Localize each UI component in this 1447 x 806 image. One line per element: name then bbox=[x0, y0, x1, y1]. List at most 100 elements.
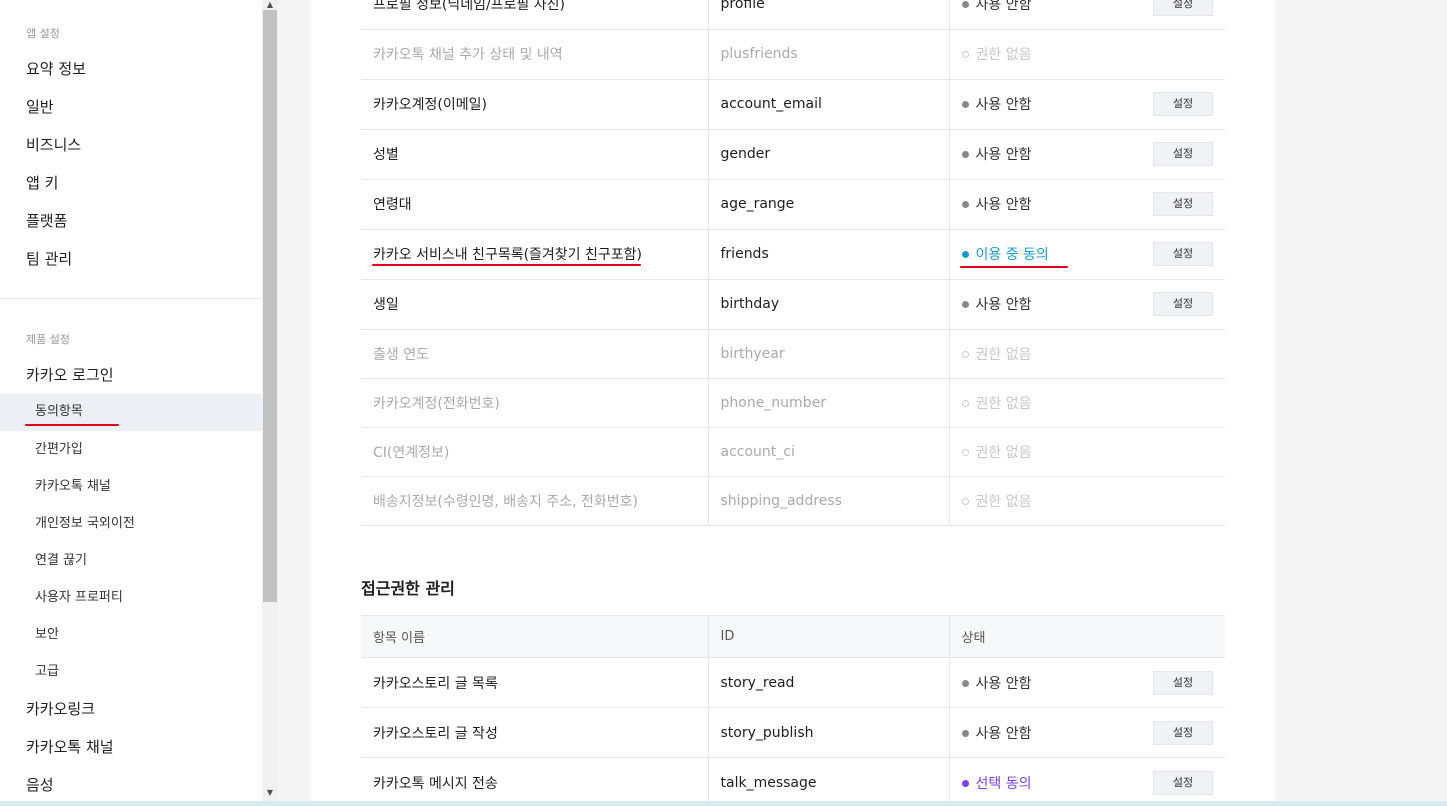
item-id: account_email bbox=[707, 79, 949, 130]
product-settings-label: 제품 설정 bbox=[26, 333, 70, 346]
sidebar-item-simple-signup[interactable]: 간편가입 bbox=[35, 440, 83, 460]
item-id: gender bbox=[707, 129, 949, 180]
status-text: 사용 안함 bbox=[975, 147, 1032, 163]
sidebar-item-summary[interactable]: 요약 정보 bbox=[26, 58, 86, 80]
settings-button[interactable]: 설정 bbox=[1153, 92, 1213, 116]
settings-button[interactable]: 설정 bbox=[1153, 770, 1213, 795]
sidebar-item-talk-channel[interactable]: 카카오톡 채널 bbox=[35, 477, 111, 497]
status-cell: 권한 없음 bbox=[948, 329, 1225, 379]
scroll-thumb[interactable] bbox=[263, 10, 277, 602]
table-row: 카카오계정(전화번호) phone_number 권한 없음 bbox=[361, 378, 1225, 428]
status-cell: 이용 중 동의 설정 bbox=[948, 229, 1225, 280]
status-badge: 사용 안함 bbox=[961, 144, 1032, 164]
table-row: 카카오스토리 글 작성 story_publish 사용 안함 설정 bbox=[361, 707, 1225, 758]
sidebar-item-kakaolink[interactable]: 카카오링크 bbox=[26, 698, 95, 720]
status-badge: 선택 동의 bbox=[961, 773, 1031, 793]
sidebar-item-platform[interactable]: 플랫폼 bbox=[26, 210, 67, 232]
settings-button[interactable]: 설정 bbox=[1153, 720, 1213, 745]
sidebar-item-app-keys[interactable]: 앱 키 bbox=[26, 172, 58, 194]
sidebar-item-general[interactable]: 일반 bbox=[26, 96, 54, 118]
status-badge: 사용 안함 bbox=[961, 673, 1031, 693]
sidebar-item-security[interactable]: 보안 bbox=[35, 625, 59, 645]
annotation-underline bbox=[25, 424, 119, 426]
table-row: 카카오톡 메시지 전송 talk_message 선택 동의 설정 bbox=[361, 757, 1225, 806]
status-dot-icon bbox=[961, 51, 969, 58]
sidebar-item-unlink[interactable]: 연결 끊기 bbox=[35, 551, 87, 571]
item-name: 카카오톡 채널 추가 상태 및 내역 bbox=[361, 29, 708, 80]
item-name: 배송지정보(수령인명, 배송지 주소, 전화번호) bbox=[361, 476, 708, 526]
sidebar-item-kakao-login[interactable]: 카카오 로그인 bbox=[26, 364, 114, 386]
item-id: phone_number bbox=[707, 378, 949, 428]
status-badge: 사용 안함 bbox=[961, 194, 1031, 214]
status-badge: 사용 안함 bbox=[961, 723, 1032, 743]
status-text: 사용 안함 bbox=[975, 725, 1032, 742]
item-name: 출생 연도 bbox=[361, 329, 708, 379]
item-id: shipping_address bbox=[707, 476, 949, 526]
item-name: 프로필 정보(닉네임/프로필 사진) bbox=[361, 0, 708, 30]
scroll-up-arrow-icon[interactable]: ▲ bbox=[262, 0, 278, 10]
table-row: 배송지정보(수령인명, 배송지 주소, 전화번호) shipping_addres… bbox=[361, 476, 1225, 526]
annotation-underline-status bbox=[960, 266, 1068, 268]
item-id: plusfriends bbox=[707, 29, 949, 80]
sidebar-item-consent[interactable]: 동의항목 bbox=[35, 402, 83, 422]
status-text: 권한 없음 bbox=[975, 395, 1032, 412]
item-name: 카카오 서비스내 친구목록(즐겨찾기 친구포함) bbox=[361, 229, 708, 280]
status-cell: 사용 안함 설정 bbox=[948, 79, 1225, 130]
sidebar-divider bbox=[0, 298, 262, 299]
status-text: 이용 중 동의 bbox=[975, 247, 1049, 263]
status-cell: 사용 안함 설정 bbox=[948, 707, 1225, 758]
status-cell: 사용 안함 설정 bbox=[948, 0, 1225, 30]
status-cell: 사용 안함 설정 bbox=[948, 657, 1225, 708]
status-badge: 사용 안함 bbox=[961, 294, 1032, 314]
status-badge: 권한 없음 bbox=[961, 393, 1032, 413]
status-text: 권한 없음 bbox=[975, 47, 1032, 63]
sidebar-item-team[interactable]: 팀 관리 bbox=[26, 248, 72, 270]
status-cell: 권한 없음 bbox=[948, 378, 1225, 428]
item-id: story_publish bbox=[707, 707, 949, 758]
scroll-down-arrow-icon[interactable]: ▼ bbox=[262, 786, 278, 800]
header-status: 상태 bbox=[948, 615, 1225, 658]
settings-button[interactable]: 설정 bbox=[1153, 0, 1213, 16]
status-dot-icon bbox=[961, 0, 969, 8]
item-name: 카카오스토리 글 목록 bbox=[361, 657, 708, 708]
item-name: 카카오스토리 글 작성 bbox=[361, 707, 708, 758]
status-text: 권한 없음 bbox=[975, 346, 1032, 363]
status-cell: 권한 없음 bbox=[948, 476, 1225, 526]
status-dot-icon bbox=[961, 151, 969, 158]
status-cell: 권한 없음 bbox=[948, 29, 1225, 80]
status-text: 사용 안함 bbox=[975, 297, 1032, 313]
sidebar-item-kakaotalk-channel[interactable]: 카카오톡 채널 bbox=[26, 736, 114, 758]
status-dot-icon bbox=[961, 497, 969, 505]
sidebar-item-overseas-transfer[interactable]: 개인정보 국외이전 bbox=[35, 514, 135, 534]
sidebar: 앱 설정 요약 정보 일반 비즈니스 앱 키 플랫폼 팀 관리 제품 설정 카카… bbox=[0, 0, 262, 806]
status-cell: 사용 안함 설정 bbox=[948, 279, 1225, 330]
status-text: 사용 안함 bbox=[975, 0, 1032, 13]
status-dot-icon bbox=[961, 399, 969, 407]
table-row: 카카오계정(이메일) account_email 사용 안함 설정 bbox=[361, 79, 1225, 130]
sidebar-item-advanced[interactable]: 고급 bbox=[35, 662, 59, 682]
settings-button[interactable]: 설정 bbox=[1153, 670, 1213, 695]
annotation-underline-friends bbox=[372, 264, 641, 266]
sidebar-scrollbar[interactable]: ▲ ▼ bbox=[262, 0, 278, 806]
item-name: 연령대 bbox=[361, 179, 708, 230]
settings-button[interactable]: 설정 bbox=[1153, 292, 1213, 316]
status-cell: 사용 안함 설정 bbox=[948, 179, 1225, 230]
sidebar-item-user-property[interactable]: 사용자 프로퍼티 bbox=[35, 588, 123, 608]
status-badge: 권한 없음 bbox=[961, 491, 1031, 511]
status-badge: 권한 없음 bbox=[961, 344, 1032, 364]
settings-button[interactable]: 설정 bbox=[1153, 142, 1213, 166]
item-id: story_read bbox=[707, 657, 949, 708]
table-row: 출생 연도 birthyear 권한 없음 bbox=[361, 329, 1225, 379]
app-settings-label: 앱 설정 bbox=[26, 27, 60, 40]
settings-button[interactable]: 설정 bbox=[1153, 242, 1213, 266]
table-row: 연령대 age_range 사용 안함 설정 bbox=[361, 179, 1225, 230]
status-badge: 권한 없음 bbox=[961, 442, 1031, 462]
table-row: 성별 gender 사용 안함 설정 bbox=[361, 129, 1225, 180]
sidebar-item-voice[interactable]: 음성 bbox=[26, 774, 54, 796]
sidebar-item-business[interactable]: 비즈니스 bbox=[26, 134, 81, 156]
settings-button[interactable]: 설정 bbox=[1153, 192, 1213, 216]
item-name: 카카오톡 메시지 전송 bbox=[361, 757, 708, 806]
item-id: friends bbox=[707, 229, 949, 280]
item-id: talk_message bbox=[707, 757, 949, 806]
item-id: account_ci bbox=[707, 427, 949, 477]
